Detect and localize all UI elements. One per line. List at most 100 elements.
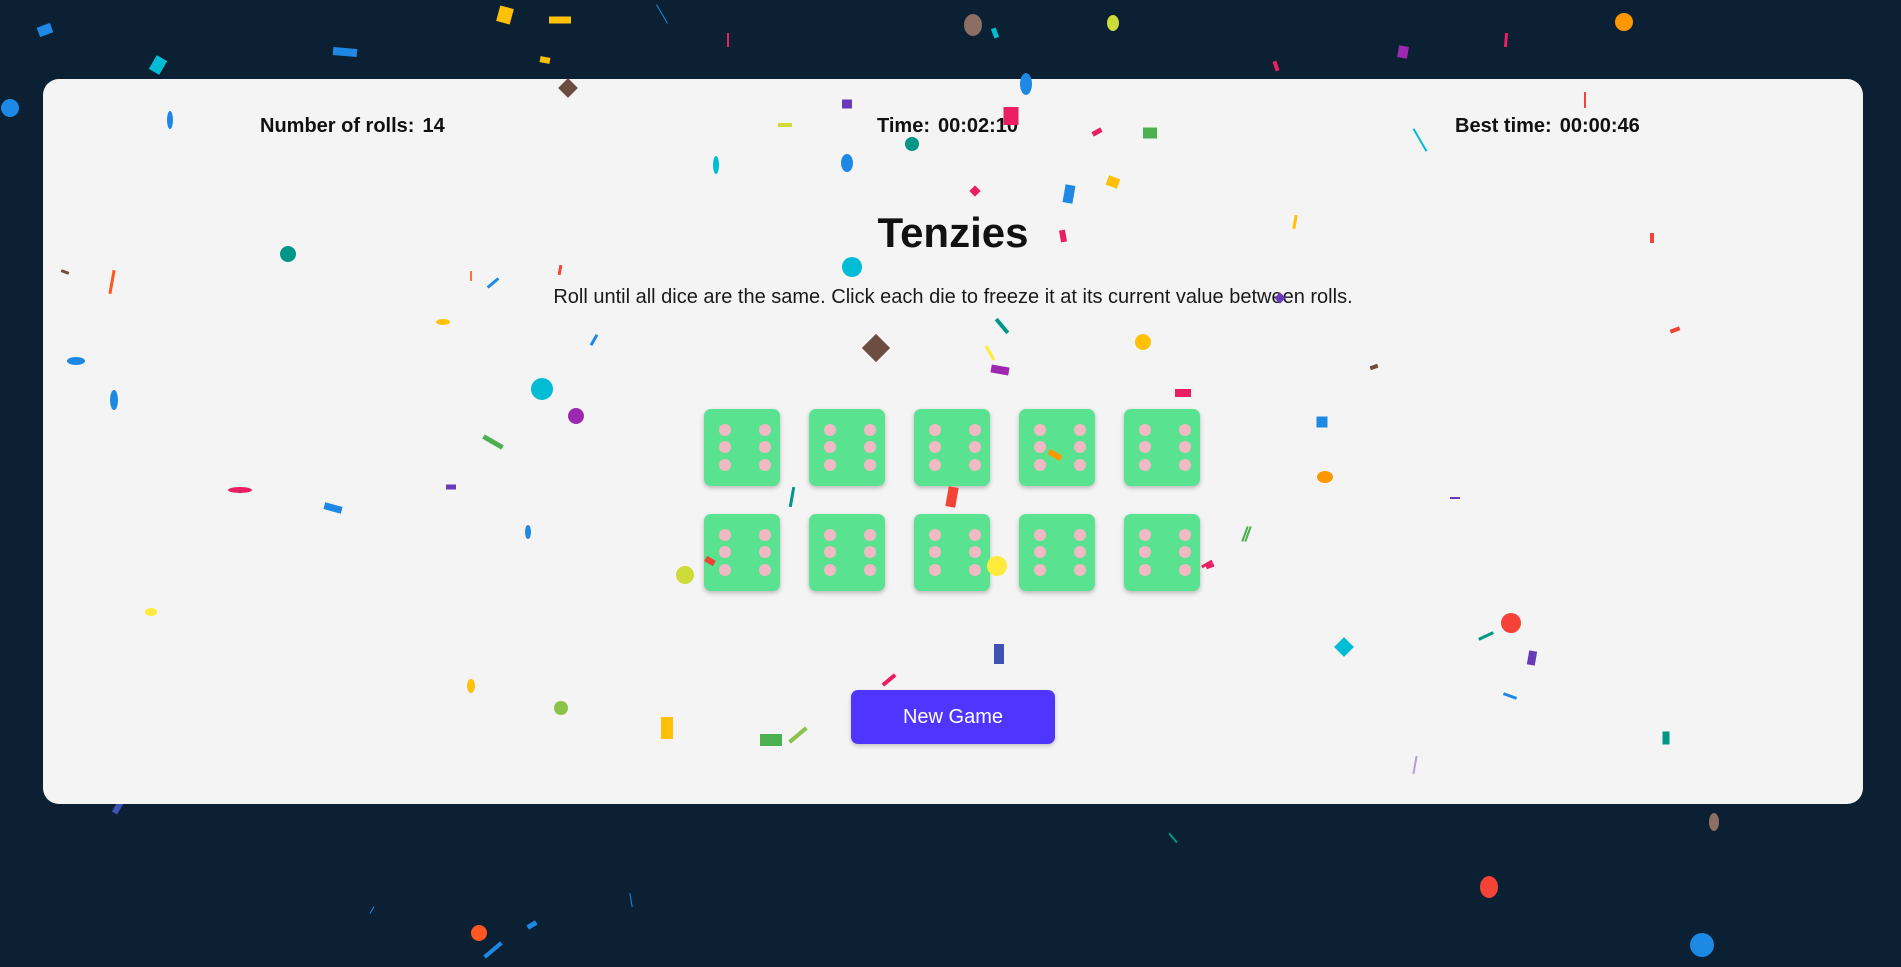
confetti-piece [471, 925, 487, 941]
confetti-piece [1107, 15, 1119, 31]
die-pip [824, 546, 836, 558]
confetti-piece [1690, 933, 1714, 957]
die-pip [1179, 459, 1191, 471]
game-board: Number of rolls: 14 Time: 00:02:10 Best ti… [43, 79, 1863, 804]
die-pip [1179, 564, 1191, 576]
confetti-piece [36, 22, 54, 38]
die-pip [929, 459, 941, 471]
best-time-label: Best time: [1455, 115, 1552, 137]
die-pip [719, 564, 731, 576]
die-pip [929, 529, 941, 541]
new-game-button[interactable]: New Game [851, 690, 1055, 744]
die-pip [929, 424, 941, 436]
die-pip [1034, 459, 1046, 471]
confetti-piece [1709, 813, 1719, 831]
time-label: Time: [877, 115, 930, 137]
die-pip [969, 424, 981, 436]
die-pip [759, 529, 771, 541]
die-pip [759, 459, 771, 471]
confetti-piece [1, 99, 19, 117]
die-pip [759, 441, 771, 453]
die-2[interactable] [809, 409, 885, 486]
confetti-piece [656, 4, 668, 24]
confetti-piece [1272, 60, 1280, 72]
die-pip [1179, 529, 1191, 541]
die-pip [719, 546, 731, 558]
confetti-piece [990, 27, 1000, 39]
die-pip [759, 424, 771, 436]
die-pip [1074, 564, 1086, 576]
die-pip [719, 424, 731, 436]
die-1[interactable] [704, 409, 780, 486]
confetti-piece [539, 56, 551, 64]
die-pip [864, 564, 876, 576]
timer: Time: 00:02:10 [877, 115, 1018, 138]
die-pip [1139, 459, 1151, 471]
confetti-piece [526, 920, 538, 930]
die-pip [1034, 546, 1046, 558]
die-pip [1034, 529, 1046, 541]
die-pip [1034, 441, 1046, 453]
die-pip [864, 459, 876, 471]
die-pip [1074, 546, 1086, 558]
die-pip [719, 529, 731, 541]
die-pip [824, 564, 836, 576]
die-pip [824, 424, 836, 436]
die-pip [969, 459, 981, 471]
die-pip [759, 546, 771, 558]
die-pip [969, 564, 981, 576]
die-pip [1179, 546, 1191, 558]
die-pip [719, 459, 731, 471]
die-pip [864, 546, 876, 558]
confetti-piece [1168, 832, 1178, 844]
best-time-value: 00:00:46 [1559, 115, 1640, 137]
die-pip [969, 529, 981, 541]
die-pip [1034, 564, 1046, 576]
die-pip [1139, 564, 1151, 576]
die-pip [824, 459, 836, 471]
confetti-piece [148, 55, 168, 75]
die-pip [969, 441, 981, 453]
die-4[interactable] [1019, 409, 1095, 486]
die-pip [824, 441, 836, 453]
die-pip [759, 564, 771, 576]
die-pip [929, 441, 941, 453]
die-pip [969, 546, 981, 558]
die-5[interactable] [1124, 409, 1200, 486]
die-6[interactable] [704, 514, 780, 591]
die-7[interactable] [809, 514, 885, 591]
confetti-piece [332, 46, 358, 58]
confetti-piece [629, 893, 633, 907]
die-pip [1074, 529, 1086, 541]
die-10[interactable] [1124, 514, 1200, 591]
die-pip [824, 529, 836, 541]
dice-grid [704, 409, 1200, 591]
die-pip [1074, 424, 1086, 436]
confetti-piece [1503, 32, 1509, 48]
die-3[interactable] [914, 409, 990, 486]
die-pip [1074, 441, 1086, 453]
die-pip [1074, 459, 1086, 471]
die-8[interactable] [914, 514, 990, 591]
time-value: 00:02:10 [937, 115, 1019, 137]
die-pip [1139, 424, 1151, 436]
best-time: Best time: 00:00:46 [1455, 115, 1640, 138]
confetti-piece [496, 5, 514, 25]
confetti-piece [1480, 876, 1498, 898]
confetti-piece [1397, 45, 1409, 59]
die-pip [864, 424, 876, 436]
die-pip [929, 564, 941, 576]
rolls-value: 14 [422, 115, 445, 137]
die-pip [864, 529, 876, 541]
die-pip [1139, 441, 1151, 453]
confetti-piece [483, 941, 503, 959]
confetti-piece [369, 906, 375, 914]
die-pip [719, 441, 731, 453]
die-9[interactable] [1019, 514, 1095, 591]
rolls-label: Number of rolls: [260, 115, 415, 137]
die-pip [929, 546, 941, 558]
die-pip [1179, 424, 1191, 436]
die-pip [1179, 441, 1191, 453]
rolls-counter: Number of rolls: 14 [260, 115, 445, 138]
game-title: Tenzies [877, 209, 1029, 256]
